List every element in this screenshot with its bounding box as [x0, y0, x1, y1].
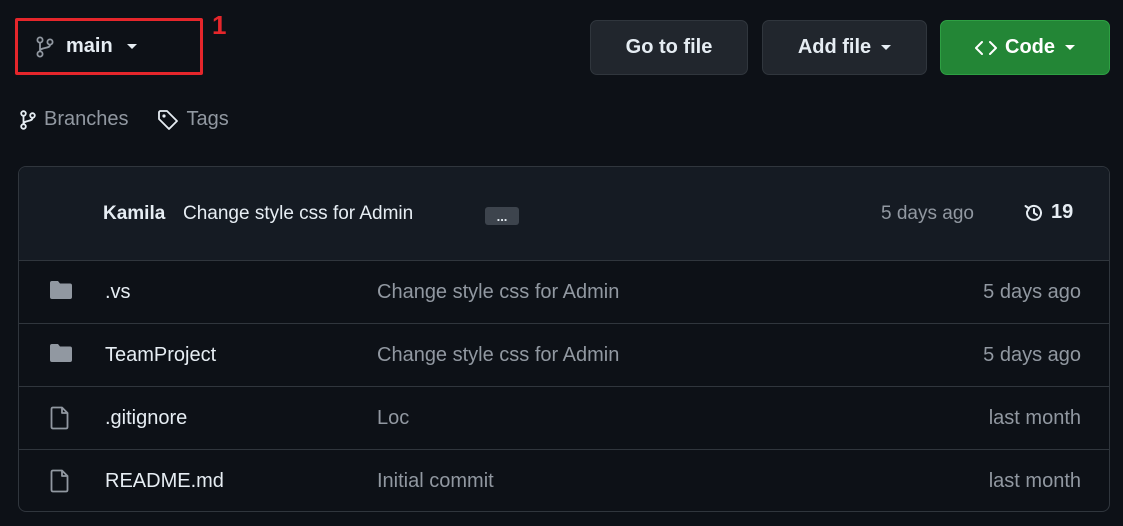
latest-commit-header: Kamila Change style css for Admin ... 5 … — [19, 167, 1109, 261]
commit-author[interactable]: Kamila — [103, 203, 165, 225]
file-commit-time: 5 days ago — [983, 344, 1081, 366]
file-name[interactable]: README.md — [105, 470, 224, 493]
annotation-number: 1 — [212, 10, 227, 40]
chevron-down-icon — [1065, 45, 1075, 50]
branch-select-button[interactable]: main — [15, 18, 203, 75]
file-name[interactable]: .vs — [105, 281, 131, 304]
commit-time: 5 days ago — [881, 203, 974, 224]
file-name[interactable]: TeamProject — [105, 344, 216, 367]
commit-message[interactable]: Change style css for Admin — [183, 203, 413, 225]
file-icon — [50, 469, 69, 493]
repo-meta: Branches Tags — [20, 108, 229, 131]
folder-icon — [50, 281, 72, 299]
chevron-down-icon — [126, 44, 137, 49]
file-row[interactable]: TeamProject Change style css for Admin 5… — [19, 324, 1109, 387]
commit-history-link[interactable]: 19 — [1023, 201, 1073, 224]
go-to-file-label: Go to file — [625, 36, 713, 58]
file-commit-message[interactable]: Loc — [377, 407, 409, 430]
add-file-label: Add file — [797, 36, 872, 58]
tags-label: Tags — [186, 108, 229, 130]
commit-count: 19 — [1051, 201, 1074, 223]
branches-label: Branches — [44, 108, 129, 130]
git-branch-icon — [20, 109, 36, 130]
code-label: Code — [1005, 36, 1055, 58]
git-branch-icon — [36, 36, 54, 57]
file-row[interactable]: .vs Change style css for Admin 5 days ag… — [19, 261, 1109, 324]
file-row[interactable]: README.md Initial commit last month — [19, 450, 1109, 511]
history-icon — [1024, 204, 1042, 221]
file-commit-message[interactable]: Initial commit — [377, 470, 494, 493]
file-commit-time: 5 days ago — [983, 281, 1081, 303]
folder-icon — [50, 344, 72, 362]
file-name[interactable]: .gitignore — [105, 407, 187, 430]
file-commit-time: last month — [988, 470, 1081, 492]
code-icon — [975, 40, 997, 55]
file-row[interactable]: .gitignore Loc last month — [19, 387, 1109, 450]
expand-commit-button[interactable]: ... — [485, 207, 519, 225]
file-table: Kamila Change style css for Admin ... 5 … — [18, 166, 1110, 512]
code-button[interactable]: Code — [940, 20, 1110, 75]
branch-name: main — [66, 35, 113, 57]
file-commit-time: last month — [988, 407, 1081, 429]
tag-icon — [157, 109, 178, 130]
file-commit-message[interactable]: Change style css for Admin — [377, 281, 619, 304]
tags-link[interactable]: Tags — [157, 108, 229, 131]
add-file-button[interactable]: Add file — [762, 20, 927, 75]
file-commit-message[interactable]: Change style css for Admin — [377, 344, 619, 367]
go-to-file-button[interactable]: Go to file — [590, 20, 748, 75]
branches-link[interactable]: Branches — [20, 108, 129, 131]
chevron-down-icon — [881, 45, 892, 50]
file-icon — [50, 406, 69, 430]
